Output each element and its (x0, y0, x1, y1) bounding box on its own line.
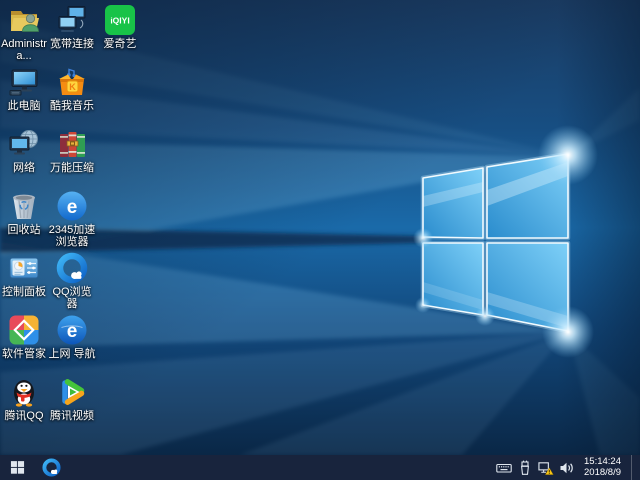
qq-browser-icon (56, 252, 88, 284)
desktop-icon-label: 酷我音乐 (50, 100, 94, 112)
tencent-video-icon (56, 376, 88, 408)
windows-start-icon (10, 460, 25, 475)
desktop-icon-label: 宽带连接 (50, 38, 94, 50)
desktop-icon-label: Administra... (1, 38, 47, 62)
desktop-icon-iqiyi[interactable]: iQIYI 爱奇艺 (96, 4, 144, 50)
show-desktop-button[interactable] (631, 455, 636, 480)
svg-text:K: K (69, 82, 76, 92)
taskbar: 15:14:24 2018/8/9 (0, 455, 640, 480)
desktop-icon-broadband[interactable]: 宽带连接 (48, 4, 96, 50)
user-folder-icon (8, 4, 40, 36)
desktop-icon-tencent-qq[interactable]: 腾讯QQ (0, 376, 48, 422)
desktop-icon-label: 2345加速浏览器 (48, 224, 96, 248)
2345-browser-icon: e (56, 190, 88, 222)
desktop-icon-label: 控制面板 (2, 286, 46, 298)
desktop-wallpaper (0, 0, 640, 455)
desktop-icon-label: 腾讯视频 (50, 410, 94, 422)
desktop-icon-label: 腾讯QQ (4, 410, 44, 422)
desktop-icon-label: QQ浏览器 (52, 286, 92, 310)
broadband-connection-icon (56, 4, 88, 36)
desktop-icon-archiver[interactable]: 万能压缩 (48, 128, 96, 174)
desktop-icon-2345-browser[interactable]: e 2345加速浏览器 (48, 190, 96, 248)
network-icon (8, 128, 40, 160)
software-manager-icon (8, 314, 40, 346)
desktop-icon-label: 此电脑 (7, 100, 41, 112)
kuwo-music-icon: K (56, 66, 88, 98)
svg-text:e: e (67, 321, 78, 342)
this-pc-icon (8, 66, 40, 98)
desktop-icon-label: 回收站 (7, 224, 41, 236)
desktop-icon-internet-nav[interactable]: e 上网 导航 (48, 314, 96, 360)
system-tray: 15:14:24 2018/8/9 (496, 455, 640, 480)
desktop-icon-qq-browser[interactable]: QQ浏览器 (48, 252, 96, 310)
desktop-icon-label: 万能压缩 (50, 162, 94, 174)
taskbar-clock[interactable]: 15:14:24 2018/8/9 (580, 455, 626, 480)
desktop-icon-label: 网络 (13, 162, 35, 174)
desktop-icon-label: 上网 导航 (48, 348, 96, 360)
desktop-icon-kuwo-music[interactable]: K 酷我音乐 (48, 66, 96, 112)
desktop-icon-label: 软件管家 (2, 348, 46, 360)
desktop-icon-label: 爱奇艺 (103, 38, 137, 50)
qq-browser-taskbar-icon (41, 458, 61, 477)
tray-date: 2018/8/9 (584, 466, 621, 478)
iqiyi-icon: iQIYI (104, 4, 136, 36)
internet-nav-icon: e (56, 314, 88, 346)
network-warning-icon[interactable] (538, 460, 554, 476)
tray-time: 15:14:24 (584, 456, 621, 467)
desktop-icon-this-pc[interactable]: 此电脑 (0, 66, 48, 112)
desktop-icon-tencent-video[interactable]: 腾讯视频 (48, 376, 96, 422)
desktop-icon-software-manager[interactable]: 软件管家 (0, 314, 48, 360)
recycle-bin-icon (8, 190, 40, 222)
desktop-icon-control-panel[interactable]: 控制面板 (0, 252, 48, 298)
taskbar-pinned-qq-browser[interactable] (34, 455, 68, 480)
tencent-qq-icon (8, 376, 40, 408)
volume-icon[interactable] (559, 460, 575, 476)
svg-text:e: e (67, 197, 78, 218)
start-button[interactable] (0, 455, 34, 480)
control-panel-icon (8, 252, 40, 284)
desktop: Administra... 宽带连接 iQIYI 爱奇艺 此电脑 K 酷我音乐 … (0, 0, 640, 455)
archiver-books-icon (56, 128, 88, 160)
usb-device-icon[interactable] (517, 460, 533, 476)
touch-keyboard-icon[interactable] (496, 460, 512, 476)
desktop-icon-administrator[interactable]: Administra... (0, 4, 48, 62)
svg-text:iQIYI: iQIYI (110, 16, 129, 26)
desktop-icon-recycle-bin[interactable]: 回收站 (0, 190, 48, 236)
desktop-icon-network[interactable]: 网络 (0, 128, 48, 174)
